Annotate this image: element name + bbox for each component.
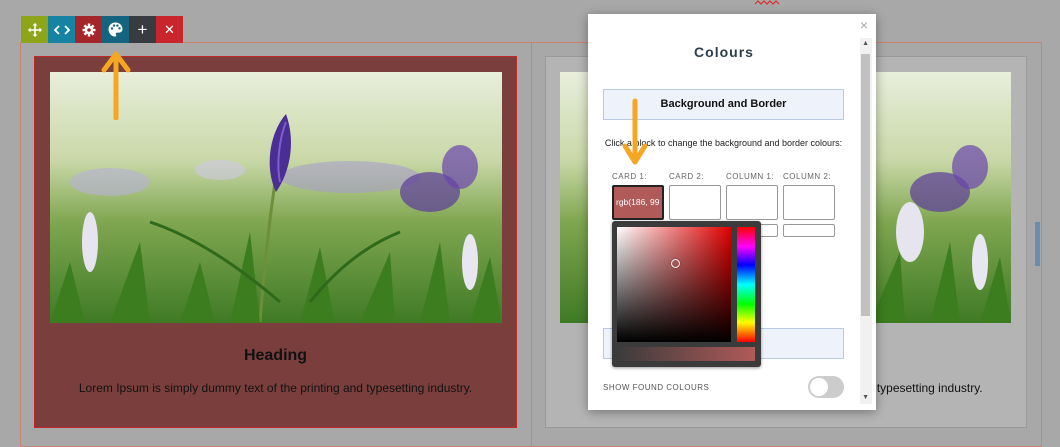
card-1-heading: Heading xyxy=(243,347,308,364)
swatch-card-2[interactable] xyxy=(669,185,721,220)
move-button[interactable] xyxy=(21,16,48,43)
plus-icon: + xyxy=(137,20,148,39)
swatch-label-column-1: COLUMN 1: xyxy=(726,172,775,181)
swatch-column-2[interactable] xyxy=(783,185,835,220)
resize-handle[interactable] xyxy=(1035,222,1040,266)
color-cursor[interactable] xyxy=(671,259,680,268)
block-toolbar: + ✕ xyxy=(21,16,183,43)
modal-scrollbar-thumb[interactable] xyxy=(861,54,870,316)
saturation-brightness-area[interactable] xyxy=(617,227,731,342)
swatch-label-card-1: CARD 1: xyxy=(612,172,648,181)
scroll-down-arrow-icon[interactable]: ▼ xyxy=(862,394,869,401)
alpha-slider[interactable] xyxy=(617,347,755,361)
palette-icon xyxy=(108,22,123,37)
modal-close-button[interactable]: × xyxy=(860,17,868,33)
delete-button[interactable]: ✕ xyxy=(156,16,183,43)
code-icon xyxy=(53,24,70,35)
settings-button[interactable] xyxy=(75,16,102,43)
color-picker xyxy=(612,221,761,367)
column-divider xyxy=(531,42,532,447)
move-icon xyxy=(27,22,42,37)
colours-button[interactable] xyxy=(102,16,129,43)
spellcheck-squiggle xyxy=(755,0,780,5)
scroll-up-arrow-icon[interactable]: ▲ xyxy=(862,40,869,47)
show-found-colours-toggle[interactable] xyxy=(808,376,844,398)
hue-slider[interactable] xyxy=(737,227,755,342)
toggle-knob xyxy=(810,378,828,396)
swatch-card-1[interactable]: rgb(186, 99 xyxy=(612,185,664,220)
close-icon: ✕ xyxy=(164,21,175,37)
gear-icon xyxy=(82,23,95,36)
card-1-text: Lorem Ipsum is simply dummy text of the … xyxy=(78,381,473,395)
swatch-border-column-2[interactable] xyxy=(783,224,835,237)
annotation-arrow-down xyxy=(622,98,648,165)
code-button[interactable] xyxy=(48,16,75,43)
modal-title: Colours xyxy=(694,44,754,60)
add-button[interactable]: + xyxy=(129,16,156,43)
swatch-column-1[interactable] xyxy=(726,185,778,220)
swatch-label-column-2: COLUMN 2: xyxy=(783,172,832,181)
show-found-colours-label: SHOW FOUND COLOURS xyxy=(603,383,710,392)
swatch-label-card-2: CARD 2: xyxy=(669,172,705,181)
annotation-arrow-up xyxy=(101,51,131,120)
